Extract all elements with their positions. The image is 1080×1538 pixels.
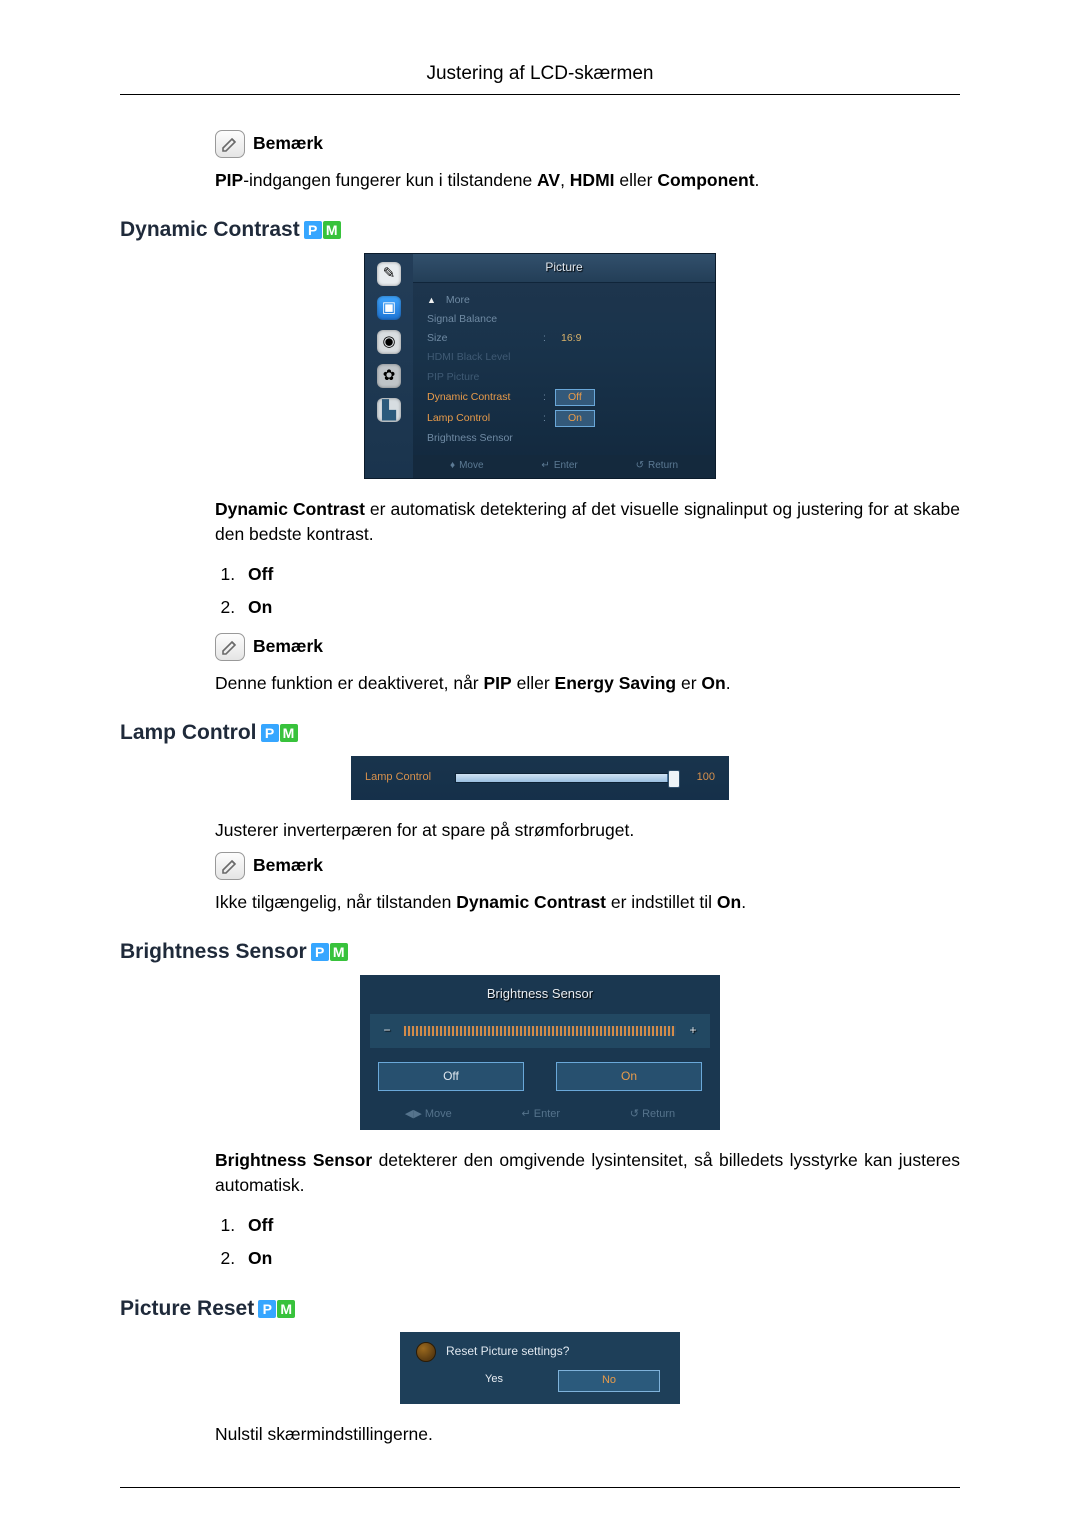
heading-text: Dynamic Contrast <box>120 215 300 245</box>
osd-sound-icon[interactable]: ◉ <box>377 330 401 354</box>
heading-lamp-control: Lamp Control P M <box>120 718 960 748</box>
pencil-note-icon <box>215 852 245 880</box>
bs-title: Brightness Sensor <box>360 981 720 1014</box>
up-arrow-icon: ▲ <box>427 294 436 307</box>
note-text-pip-inputs: PIP-indgangen fungerer kun i tilstandene… <box>215 168 960 193</box>
lamp-slider-fill <box>456 774 667 782</box>
bs-description: Brightness Sensor detekterer den omgiven… <box>215 1148 960 1199</box>
lamp-label: Lamp Control <box>365 770 443 786</box>
plus-icon[interactable]: + <box>686 1022 700 1039</box>
pm-badges: P M <box>261 724 298 742</box>
page-header: Justering af LCD-skærmen <box>120 60 960 94</box>
osd-setup-icon[interactable]: ✿ <box>377 364 401 388</box>
reset-prompt: Reset Picture settings? <box>446 1343 569 1360</box>
badge-p-icon: P <box>261 724 279 742</box>
heading-picture-reset: Picture Reset P M <box>120 1294 960 1324</box>
note-block-dc: Bemærk <box>215 633 960 661</box>
osd-row-signal-balance[interactable]: Signal Balance <box>427 310 701 329</box>
return-glyph-icon: ↺ <box>636 459 644 474</box>
page: Justering af LCD-skærmen Bemærk PIP-indg… <box>0 0 1080 1538</box>
osd-input-icon[interactable]: ✎ <box>377 262 401 286</box>
badge-m-icon: M <box>323 221 341 239</box>
bs-bar[interactable] <box>404 1026 676 1036</box>
warning-icon <box>416 1342 436 1362</box>
osd-selected-value-lc[interactable]: On <box>555 410 595 427</box>
heading-text: Picture Reset <box>120 1294 254 1324</box>
dc-description: Dynamic Contrast er automatisk detekteri… <box>215 497 960 548</box>
osd-multi-icon[interactable]: ▙ <box>377 398 401 422</box>
osd-picture-icon[interactable]: ▣ <box>377 296 401 320</box>
note-label: Bemærk <box>253 853 323 878</box>
bs-footer: ◀▶ Move ↵ Enter ↺ Return <box>360 1103 720 1130</box>
osd-row-size[interactable]: Size:16:9 <box>427 329 701 348</box>
header-rule <box>120 94 960 95</box>
osd-reset-dialog: Reset Picture settings? Yes No <box>400 1332 680 1404</box>
badge-m-icon: M <box>280 724 298 742</box>
lc-description: Justerer inverterpæren for at spare på s… <box>215 818 960 843</box>
osd-row-dynamic-contrast[interactable]: Dynamic Contrast:Off <box>427 387 701 408</box>
badge-p-icon: P <box>311 943 329 961</box>
move-glyph-icon: ♦ <box>450 459 455 474</box>
enter-glyph-icon: ↵ <box>521 1108 530 1120</box>
dc-opt-on: On <box>240 595 960 620</box>
minus-icon[interactable]: − <box>380 1022 394 1039</box>
pencil-note-icon <box>215 633 245 661</box>
bs-opt-on: On <box>240 1246 960 1271</box>
pr-description: Nulstil skærmindstillingerne. <box>215 1422 960 1447</box>
bs-opt-off: Off <box>240 1213 960 1238</box>
return-glyph-icon: ↺ <box>630 1108 639 1120</box>
lamp-value: 100 <box>687 770 715 786</box>
pm-badges: P M <box>311 943 348 961</box>
note-block-lc: Bemærk <box>215 852 960 880</box>
osd-picture-menu: ✎ ▣ ◉ ✿ ▙ Picture ▲More Signal Balance S… <box>364 253 716 479</box>
bs-off-button[interactable]: Off <box>378 1062 524 1091</box>
heading-text: Brightness Sensor <box>120 937 307 967</box>
heading-dynamic-contrast: Dynamic Contrast P M <box>120 215 960 245</box>
osd-selected-value[interactable]: Off <box>555 389 595 406</box>
osd-row-pip-picture: PIP Picture <box>427 368 701 387</box>
osd-row-hdmi-black-level: HDMI Black Level <box>427 348 701 367</box>
note-text-lc-na: Ikke tilgængelig, når tilstanden Dynamic… <box>215 890 960 915</box>
note-block: Bemærk <box>215 130 960 158</box>
badge-p-icon: P <box>304 221 322 239</box>
badge-p-icon: P <box>258 1300 276 1318</box>
note-text-dc-disabled: Denne funktion er deaktiveret, når PIP e… <box>215 671 960 696</box>
bs-options: Off On <box>378 1062 702 1091</box>
dc-options: Off On <box>240 562 960 621</box>
badge-m-icon: M <box>330 943 348 961</box>
osd-brightness-sensor: Brightness Sensor − + Off On ◀▶ Move ↵ E… <box>360 975 720 1130</box>
bs-on-button[interactable]: On <box>556 1062 702 1091</box>
enter-glyph-icon: ↵ <box>541 459 549 474</box>
footer-rule <box>120 1487 960 1488</box>
lamp-slider-thumb[interactable] <box>668 770 680 788</box>
reset-yes-button[interactable]: Yes <box>444 1370 544 1392</box>
lamp-slider-track[interactable] <box>455 773 675 783</box>
osd-footer: ♦Move ↵Enter ↺Return <box>413 455 715 479</box>
osd-row-brightness-sensor[interactable]: Brightness Sensor <box>427 429 701 448</box>
pm-badges: P M <box>304 221 341 239</box>
badge-m-icon: M <box>277 1300 295 1318</box>
bs-options-list: Off On <box>240 1213 960 1272</box>
dc-opt-off: Off <box>240 562 960 587</box>
bs-slider[interactable]: − + <box>370 1014 710 1047</box>
osd-row-more[interactable]: ▲More <box>427 291 701 310</box>
osd-title: Picture <box>413 254 715 282</box>
heading-text: Lamp Control <box>120 718 257 748</box>
pencil-note-icon <box>215 130 245 158</box>
osd-row-lamp-control[interactable]: Lamp Control:On <box>427 408 701 429</box>
osd-sidebar: ✎ ▣ ◉ ✿ ▙ <box>365 254 413 478</box>
osd-lamp-slider: Lamp Control 100 <box>351 756 729 800</box>
heading-brightness-sensor: Brightness Sensor P M <box>120 937 960 967</box>
note-label: Bemærk <box>253 634 323 659</box>
pm-badges: P M <box>258 1300 295 1318</box>
note-label: Bemærk <box>253 131 323 156</box>
move-glyph-icon: ◀▶ <box>405 1108 422 1120</box>
reset-no-button[interactable]: No <box>558 1370 660 1392</box>
